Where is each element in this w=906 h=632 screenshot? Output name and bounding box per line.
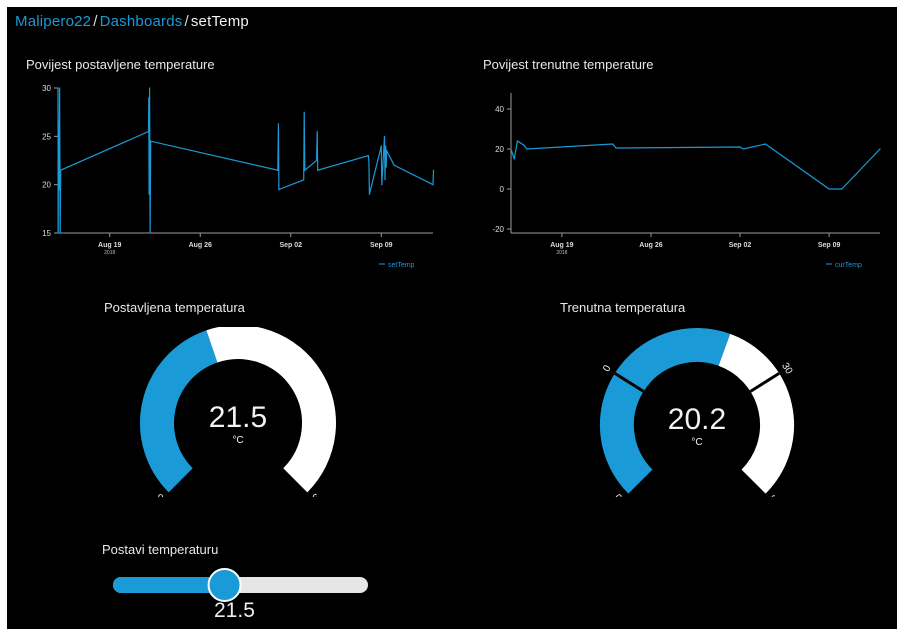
y-tick-label: 30: [42, 84, 51, 93]
data-point: [367, 155, 369, 157]
data-point: [828, 188, 830, 190]
data-point: [317, 169, 319, 171]
series-line-curTemp: [510, 140, 881, 190]
cur-gauge-title: Trenutna temperatura: [560, 300, 686, 315]
data-point: [381, 184, 383, 186]
data-point: [380, 145, 382, 147]
gauge-unit: °C: [691, 437, 702, 448]
data-point: [526, 148, 528, 150]
data-point: [384, 179, 386, 181]
data-point: [383, 135, 386, 137]
data-point: [303, 179, 305, 181]
data-point: [764, 143, 767, 145]
x-tick-sublabel: 2018: [104, 250, 115, 256]
data-point: [612, 143, 614, 145]
data-point: [148, 97, 150, 99]
x-tick-label: Aug 26: [189, 242, 212, 249]
x-tick-sublabel: 2018: [556, 250, 567, 256]
series-line-setTemp: [57, 87, 435, 234]
data-point: [59, 87, 61, 89]
breadcrumb-link-home[interactable]: Malipero22: [15, 13, 91, 30]
data-point: [60, 169, 62, 171]
data-point: [432, 184, 434, 186]
data-point: [841, 188, 843, 190]
x-tick-label: Aug 19: [550, 242, 573, 249]
data-point: [742, 148, 744, 150]
y-tick-label: 20: [42, 181, 51, 190]
data-point: [432, 169, 435, 171]
x-tick-label: Sep 02: [279, 242, 302, 249]
set-temperature-gauge: 153021.5°C: [140, 327, 336, 497]
gauge-unit: °C: [232, 435, 243, 446]
data-point: [316, 130, 318, 133]
data-point: [303, 111, 305, 113]
data-point: [385, 145, 387, 147]
y-tick-label: 25: [42, 132, 51, 141]
gauge-sector-low-label: 0: [601, 363, 614, 374]
slider-thumb[interactable]: [207, 568, 242, 602]
data-point: [615, 147, 617, 149]
data-point: [57, 232, 59, 234]
data-point: [523, 144, 525, 146]
data-point: [393, 164, 395, 166]
data-point: [58, 188, 60, 191]
data-point: [385, 166, 387, 168]
breadcrumb-separator: /: [184, 13, 189, 30]
data-point: [277, 123, 279, 125]
x-tick-label: Aug 19: [98, 242, 121, 249]
data-point: [516, 140, 518, 142]
breadcrumb-link-dashboards[interactable]: Dashboards: [100, 13, 183, 30]
dashboard: Malipero22/Dashboards / setTemp Povijest p…: [7, 7, 897, 629]
x-tick-label: Sep 02: [729, 242, 752, 249]
y-tick-label: -20: [492, 225, 504, 234]
set-gauge-title: Postavljena temperatura: [104, 300, 245, 315]
cur-history-title: Povijest trenutne temperature: [483, 57, 654, 72]
x-tick-label: Aug 26: [639, 242, 662, 249]
breadcrumb-separator: /: [93, 13, 98, 30]
breadcrumb: Malipero22/Dashboards / setTemp: [15, 13, 249, 30]
data-point: [739, 146, 741, 148]
y-tick-label: 20: [495, 145, 504, 154]
gauge-value: 21.5: [209, 401, 267, 434]
x-tick-label: Sep 09: [370, 242, 393, 249]
data-point: [150, 140, 152, 142]
x-tick-label: Sep 09: [818, 242, 841, 249]
set-history-title: Povijest postavljene temperature: [26, 57, 215, 72]
gauge-remaining-arc: [717, 333, 794, 494]
data-point: [510, 148, 512, 150]
legend-label[interactable]: setTemp: [388, 262, 415, 269]
data-point: [148, 193, 150, 195]
data-point: [57, 121, 60, 123]
data-point: [304, 169, 306, 171]
data-point: [277, 169, 279, 171]
data-point: [147, 130, 150, 133]
slider-value: 21.5: [214, 599, 255, 622]
data-point: [59, 232, 61, 234]
data-point: [879, 148, 881, 150]
data-point: [368, 193, 370, 195]
gauge-value-arc: [140, 330, 218, 493]
slider-title: Postavi temperaturu: [102, 542, 219, 557]
current-temperature-gauge: -205003020.2°C: [599, 327, 795, 497]
gauge-sector-high-label: 30: [779, 361, 794, 377]
data-point: [278, 188, 280, 191]
data-point: [513, 158, 515, 160]
set-history-chart[interactable]: 15 20 25 30 Aug 192018 Aug 26 Sep 02 Sep 09 setT…: [21, 73, 451, 273]
legend-label[interactable]: curTemp: [835, 262, 862, 269]
data-point: [57, 87, 59, 89]
y-tick-label: 0: [500, 185, 505, 194]
breadcrumb-current: setTemp: [190, 13, 249, 30]
data-point: [149, 87, 151, 89]
cur-history-chart[interactable]: -20 0 20 40 Aug 192018 Aug 26 Sep 02 Sep 09 curT…: [475, 73, 897, 273]
gauge-value: 20.2: [668, 403, 726, 436]
y-tick-label: 15: [42, 229, 51, 238]
data-point: [149, 232, 151, 234]
data-point: [316, 159, 318, 162]
data-point: [386, 150, 388, 152]
y-tick-label: 40: [495, 105, 504, 114]
data-point: [368, 159, 370, 162]
